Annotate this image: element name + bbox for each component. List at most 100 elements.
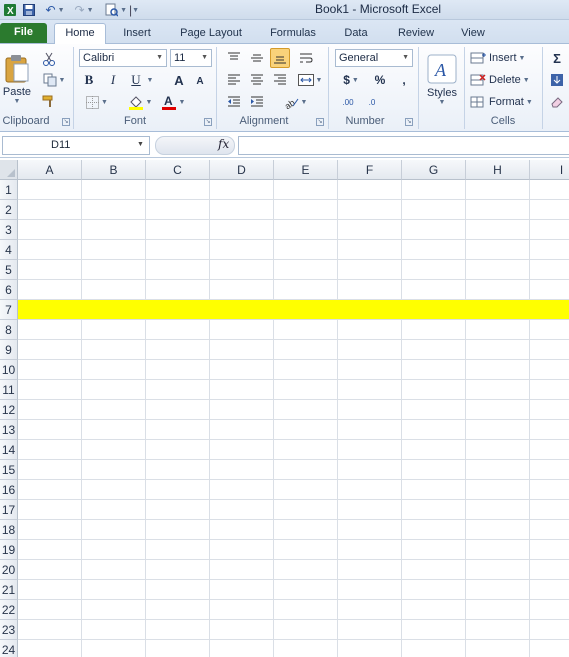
- tab-insert[interactable]: Insert: [112, 24, 162, 44]
- row-header-12[interactable]: 12: [0, 400, 18, 420]
- column-header-d[interactable]: D: [210, 160, 274, 180]
- tab-data[interactable]: Data: [332, 24, 380, 44]
- select-all-triangle-icon: [7, 169, 15, 177]
- insert-cells-button[interactable]: Insert ▼: [470, 49, 536, 67]
- wrap-text-icon[interactable]: [296, 49, 316, 67]
- row-header-24[interactable]: 24: [0, 640, 18, 657]
- align-middle-icon[interactable]: [247, 49, 267, 67]
- paste-button[interactable]: Paste ▼: [1, 47, 33, 111]
- borders-icon[interactable]: ▼: [83, 93, 111, 111]
- tab-view[interactable]: View: [450, 24, 496, 44]
- font-launcher-icon[interactable]: ↘: [204, 118, 212, 126]
- column-header-g[interactable]: G: [402, 160, 466, 180]
- font-color-icon[interactable]: A ▼: [158, 92, 188, 112]
- orientation-icon[interactable]: ab ▼: [280, 93, 310, 111]
- row-header-1[interactable]: 1: [0, 180, 18, 200]
- decrease-decimal-button[interactable]: .0: [362, 93, 382, 111]
- row-header-15[interactable]: 15: [0, 460, 18, 480]
- increase-indent-icon[interactable]: [247, 93, 267, 111]
- grow-font-button[interactable]: A: [171, 71, 187, 89]
- select-all-corner[interactable]: [0, 160, 18, 180]
- row-header-2[interactable]: 2: [0, 200, 18, 220]
- row-header-19[interactable]: 19: [0, 540, 18, 560]
- tab-page-layout[interactable]: Page Layout: [168, 24, 254, 44]
- tab-home[interactable]: Home: [54, 23, 106, 45]
- clipboard-launcher-icon[interactable]: ↘: [62, 118, 70, 126]
- fill-color-icon[interactable]: ▼: [125, 92, 155, 112]
- format-painter-icon[interactable]: [40, 92, 58, 110]
- row-header-13[interactable]: 13: [0, 420, 18, 440]
- bold-button[interactable]: B: [81, 71, 97, 89]
- percent-button[interactable]: %: [370, 71, 390, 89]
- svg-text:X: X: [7, 6, 14, 17]
- row-header-6[interactable]: 6: [0, 280, 18, 300]
- column-header-b[interactable]: B: [82, 160, 146, 180]
- row-header-8[interactable]: 8: [0, 320, 18, 340]
- row-header-20[interactable]: 20: [0, 560, 18, 580]
- alignment-launcher-icon[interactable]: ↘: [316, 118, 324, 126]
- name-box[interactable]: D11: [2, 136, 150, 155]
- cut-icon[interactable]: [40, 50, 58, 68]
- customize-qat-icon[interactable]: | ▼: [128, 1, 140, 19]
- column-header-i[interactable]: I: [530, 160, 569, 180]
- tab-review[interactable]: Review: [388, 24, 444, 44]
- decrease-indent-icon[interactable]: [224, 93, 244, 111]
- align-right-icon[interactable]: [270, 71, 290, 89]
- clear-eraser-icon[interactable]: [548, 93, 566, 111]
- row-header-21[interactable]: 21: [0, 580, 18, 600]
- column-header-h[interactable]: H: [466, 160, 530, 180]
- copy-icon[interactable]: ▼: [40, 71, 68, 89]
- row-header-4[interactable]: 4: [0, 240, 18, 260]
- row-header-14[interactable]: 14: [0, 440, 18, 460]
- row-header-9[interactable]: 9: [0, 340, 18, 360]
- row-header-23[interactable]: 23: [0, 620, 18, 640]
- underline-dropdown-icon[interactable]: ▼: [145, 71, 155, 89]
- currency-button[interactable]: $ ▼: [338, 71, 364, 89]
- insert-function-icon[interactable]: fx: [218, 137, 229, 151]
- row-header-5[interactable]: 5: [0, 260, 18, 280]
- font-name-combo[interactable]: Calibri ▼: [79, 49, 167, 67]
- align-top-icon[interactable]: [224, 49, 244, 67]
- row-header-7[interactable]: 7: [0, 300, 18, 320]
- undo-icon[interactable]: ↶ ▼: [42, 1, 68, 19]
- delete-cells-button[interactable]: Delete ▼: [470, 71, 536, 89]
- number-format-combo[interactable]: General ▼: [335, 49, 413, 67]
- redo-icon[interactable]: ↷ ▼: [72, 1, 96, 19]
- fill-icon[interactable]: [548, 71, 566, 89]
- italic-button[interactable]: I: [105, 71, 121, 89]
- row-header-17[interactable]: 17: [0, 500, 18, 520]
- row-header-22[interactable]: 22: [0, 600, 18, 620]
- worksheet-grid[interactable]: A B C D E F G H I 1 2 3 4 5 6 7 8 9 10 11 12 13 14 15 16 17 18 19 20…: [0, 160, 569, 657]
- format-cells-button[interactable]: Format ▼: [470, 93, 536, 111]
- column-header-a[interactable]: A: [18, 160, 82, 180]
- row-header-16[interactable]: 16: [0, 480, 18, 500]
- increase-decimal-button[interactable]: .00: [338, 93, 358, 111]
- row-header-10[interactable]: 10: [0, 360, 18, 380]
- excel-logo-icon[interactable]: X: [2, 1, 18, 19]
- highlighted-row-fill[interactable]: [18, 300, 569, 319]
- save-icon[interactable]: [22, 1, 36, 19]
- align-left-icon[interactable]: [224, 71, 244, 89]
- styles-button[interactable]: A Styles ▼: [423, 47, 461, 113]
- column-header-e[interactable]: E: [274, 160, 338, 180]
- align-bottom-icon[interactable]: [270, 48, 290, 68]
- merge-center-icon[interactable]: ▼: [295, 71, 325, 89]
- row-header-3[interactable]: 3: [0, 220, 18, 240]
- number-launcher-icon[interactable]: ↘: [405, 118, 413, 126]
- align-center-icon[interactable]: [247, 71, 267, 89]
- font-size-combo[interactable]: 11 ▼: [170, 49, 212, 67]
- cells-group-label: Cells: [490, 115, 516, 127]
- formula-input[interactable]: [238, 136, 569, 155]
- print-preview-icon[interactable]: ▼: [105, 1, 127, 19]
- comma-button[interactable]: ,: [396, 71, 412, 89]
- autosum-button[interactable]: Σ: [548, 49, 566, 67]
- row-header-11[interactable]: 11: [0, 380, 18, 400]
- shrink-font-button[interactable]: A: [193, 73, 207, 89]
- column-header-c[interactable]: C: [146, 160, 210, 180]
- tab-file[interactable]: File: [0, 23, 47, 43]
- tab-formulas[interactable]: Formulas: [262, 24, 324, 44]
- column-header-f[interactable]: F: [338, 160, 402, 180]
- name-box-dropdown-icon[interactable]: ▼: [137, 141, 144, 148]
- row-header-18[interactable]: 18: [0, 520, 18, 540]
- underline-button[interactable]: U: [128, 71, 144, 89]
